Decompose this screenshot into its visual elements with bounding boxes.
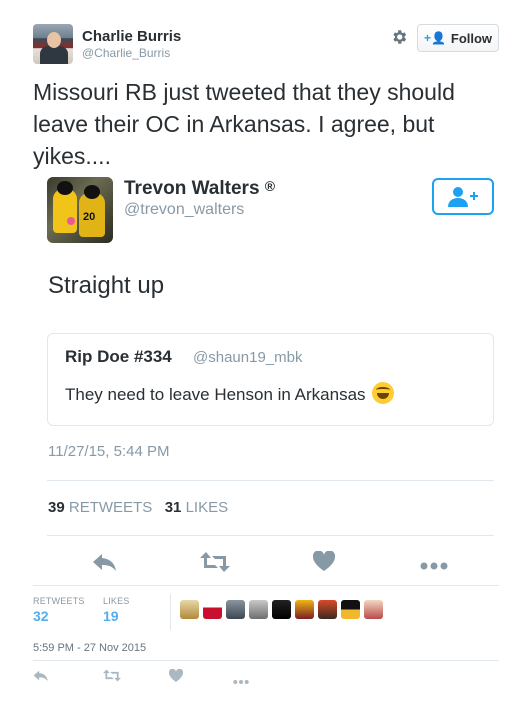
- quoted-author-handle: @shaun19_mbk: [193, 349, 303, 366]
- author-avatar[interactable]: [33, 24, 73, 64]
- laughing-emoji-icon: [371, 382, 394, 404]
- embedded-stats: 39 RETWEETS 31 LIKES: [48, 499, 228, 516]
- like-icon[interactable]: [168, 668, 184, 687]
- tweet-actions: [33, 668, 263, 684]
- avatar[interactable]: [249, 600, 268, 619]
- tweet-timestamp[interactable]: 5:59 PM - 27 Nov 2015: [33, 642, 146, 654]
- embedded-author-avatar: 20: [47, 177, 113, 243]
- avatar[interactable]: [226, 600, 245, 619]
- avatar[interactable]: [203, 600, 222, 619]
- embedded-author-handle: @trevon_walters: [124, 201, 245, 218]
- tweet-text: Missouri RB just tweeted that they shoul…: [33, 79, 455, 169]
- retweets-count: 32: [33, 608, 49, 624]
- author-name[interactable]: Charlie Burris: [82, 28, 181, 45]
- embedded-likes-count: 31: [164, 499, 182, 516]
- add-user-icon: [432, 178, 494, 215]
- liker-avatars: [180, 600, 383, 620]
- quoted-text: They need to leave Henson in Arkansas: [65, 385, 366, 404]
- more-icon: [420, 557, 448, 575]
- avatar[interactable]: [180, 600, 199, 619]
- follow-plus-icon: +👤: [423, 31, 446, 45]
- retweet-icon: [200, 552, 230, 577]
- author-handle[interactable]: @Charlie_Burris: [82, 46, 170, 60]
- embedded-author-name: Trevon Walters ®: [124, 178, 276, 199]
- retweets-label: RETWEETS: [33, 596, 85, 606]
- follow-button[interactable]: +👤 Follow: [417, 24, 499, 52]
- avatar[interactable]: [318, 600, 337, 619]
- like-icon: [312, 550, 336, 576]
- quoted-text-line: They need to leave Henson in Arkansas: [65, 382, 394, 405]
- likes-stat[interactable]: LIKES 19: [103, 596, 130, 624]
- reply-icon[interactable]: [33, 669, 49, 687]
- gear-icon[interactable]: [390, 28, 408, 46]
- embedded-tweet-text: Straight up: [48, 272, 165, 299]
- retweets-stat[interactable]: RETWEETS 32: [33, 596, 85, 624]
- avatar[interactable]: [272, 600, 291, 619]
- divider: [170, 594, 171, 630]
- more-icon[interactable]: [233, 672, 249, 690]
- likes-label: LIKES: [103, 596, 130, 606]
- divider: [47, 480, 494, 481]
- embedded-retweets-label: RETWEETS: [68, 499, 153, 516]
- likes-count: 19: [103, 608, 119, 624]
- avatar[interactable]: [341, 600, 360, 619]
- divider: [33, 585, 499, 586]
- avatar[interactable]: [364, 600, 383, 619]
- divider: [47, 535, 494, 536]
- embedded-timestamp: 11/27/15, 5:44 PM: [48, 443, 170, 460]
- quoted-author-name: Rip Doe #334: [65, 347, 172, 366]
- follow-button-label: Follow: [450, 30, 493, 46]
- divider: [33, 660, 499, 661]
- embedded-likes-label: LIKES: [185, 499, 229, 516]
- embedded-actions: [80, 548, 460, 578]
- quoted-tweet: Rip Doe #334 @shaun19_mbk They need to l…: [47, 333, 494, 426]
- embedded-retweets-count: 39: [48, 499, 65, 516]
- verified-mark: ®: [264, 178, 276, 194]
- retweet-icon[interactable]: [103, 669, 121, 687]
- reply-icon: [92, 552, 118, 577]
- avatar[interactable]: [295, 600, 314, 619]
